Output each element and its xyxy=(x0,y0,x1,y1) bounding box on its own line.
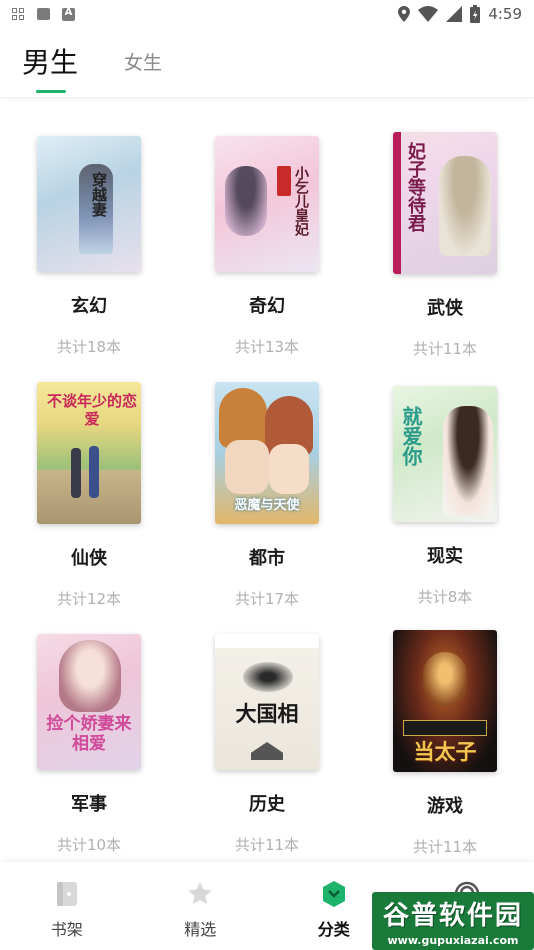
category-grid: 穿越妻 玄幻 共计18本 小乞儿皇妃 奇幻 共计13本 妃子等待君 武侠 共计1… xyxy=(0,100,534,862)
tab-male[interactable]: 男生 xyxy=(22,41,78,97)
category-count: 共计17本 xyxy=(234,590,300,608)
location-icon xyxy=(398,6,411,22)
cover-title: 小乞儿皇妃 xyxy=(293,166,309,236)
status-left-icons: A xyxy=(12,7,75,21)
bookshelf-icon xyxy=(53,880,81,908)
category-name: 奇幻 xyxy=(249,296,285,317)
cover-title: 当太子 xyxy=(413,739,477,764)
nav-featured[interactable]: 精选 xyxy=(134,862,268,950)
watermark-text: 谷普软件园 xyxy=(382,901,523,931)
tab-male-label: 男生 xyxy=(22,46,79,79)
category-name: 玄幻 xyxy=(71,296,107,317)
app-icon xyxy=(37,8,50,20)
category-card-xuanhuan[interactable]: 穿越妻 玄幻 共计18本 xyxy=(0,136,178,357)
cover-title: 穿越妻 xyxy=(90,172,108,217)
cover-title: 捡个娇妻来相爱 xyxy=(46,714,132,754)
text-a-icon: A xyxy=(62,7,75,21)
gender-tabs: 男生 女生 xyxy=(0,28,534,98)
status-bar: A 4:59 xyxy=(0,0,534,28)
category-name: 游戏 xyxy=(427,796,463,817)
category-name: 现实 xyxy=(427,546,463,567)
category-count: 共计13本 xyxy=(234,338,300,356)
category-count: 共计10本 xyxy=(56,836,122,854)
battery-icon xyxy=(470,5,481,23)
book-cover: 恶魔与天使 xyxy=(215,382,319,524)
nav-bookshelf-label: 书架 xyxy=(50,920,83,939)
category-name: 仙侠 xyxy=(71,548,107,569)
status-right-icons: 4:59 xyxy=(398,5,522,23)
book-cover: 当太子 xyxy=(393,630,497,772)
category-card-dushi[interactable]: 恶魔与天使 都市 共计17本 xyxy=(178,382,356,609)
category-name: 历史 xyxy=(249,794,285,815)
category-card-xianshi[interactable]: 就爱你 现实 共计8本 xyxy=(356,386,534,607)
book-cover: 穿越妻 xyxy=(37,136,141,272)
category-card-lishi[interactable]: 大国相 历史 共计11本 xyxy=(178,634,356,855)
category-name: 都市 xyxy=(249,548,285,569)
category-card-wuxia[interactable]: 妃子等待君 武侠 共计11本 xyxy=(356,132,534,359)
category-count: 共计11本 xyxy=(234,836,300,854)
category-name: 军事 xyxy=(71,794,107,815)
category-count: 共计8本 xyxy=(417,588,473,606)
cover-title: 妃子等待君 xyxy=(405,142,426,232)
category-count: 共计12本 xyxy=(56,590,122,608)
book-cover: 大国相 xyxy=(215,634,319,770)
category-icon xyxy=(320,880,348,908)
nav-featured-label: 精选 xyxy=(184,920,217,939)
category-count: 共计11本 xyxy=(412,838,478,856)
cover-title: 恶魔与天使 xyxy=(234,498,300,513)
category-card-youxi[interactable]: 当太子 游戏 共计11本 xyxy=(356,630,534,857)
nav-category-label: 分类 xyxy=(317,920,350,939)
tab-female[interactable]: 女生 xyxy=(124,48,162,97)
cover-title: 就爱你 xyxy=(399,406,423,466)
cover-title: 大国相 xyxy=(235,701,299,726)
grid-icon xyxy=(12,8,25,20)
cover-title: 不谈年少的恋爱 xyxy=(47,392,138,428)
category-card-qihuan[interactable]: 小乞儿皇妃 奇幻 共计13本 xyxy=(178,136,356,357)
category-card-xianxia[interactable]: 不谈年少的恋爱 仙侠 共计12本 xyxy=(0,382,178,609)
signal-icon xyxy=(446,6,463,22)
status-time: 4:59 xyxy=(488,5,522,23)
category-name: 武侠 xyxy=(427,298,463,319)
active-tab-indicator xyxy=(36,90,66,93)
book-cover: 捡个娇妻来相爱 xyxy=(37,634,141,770)
book-cover: 不谈年少的恋爱 xyxy=(37,382,141,524)
wifi-icon xyxy=(418,6,439,22)
watermark-logo: 谷普软件园 www.gupuxiazai.com xyxy=(372,892,534,950)
nav-bookshelf[interactable]: 书架 xyxy=(0,862,134,950)
book-cover: 就爱你 xyxy=(393,386,497,522)
star-icon xyxy=(186,880,214,908)
tab-female-label: 女生 xyxy=(124,52,163,74)
category-count: 共计18本 xyxy=(56,338,122,356)
book-cover: 小乞儿皇妃 xyxy=(215,136,319,272)
category-count: 共计11本 xyxy=(412,340,478,358)
category-card-junshi[interactable]: 捡个娇妻来相爱 军事 共计10本 xyxy=(0,634,178,855)
book-cover: 妃子等待君 xyxy=(393,132,497,274)
watermark-url: www.gupuxiazai.com xyxy=(387,934,519,947)
